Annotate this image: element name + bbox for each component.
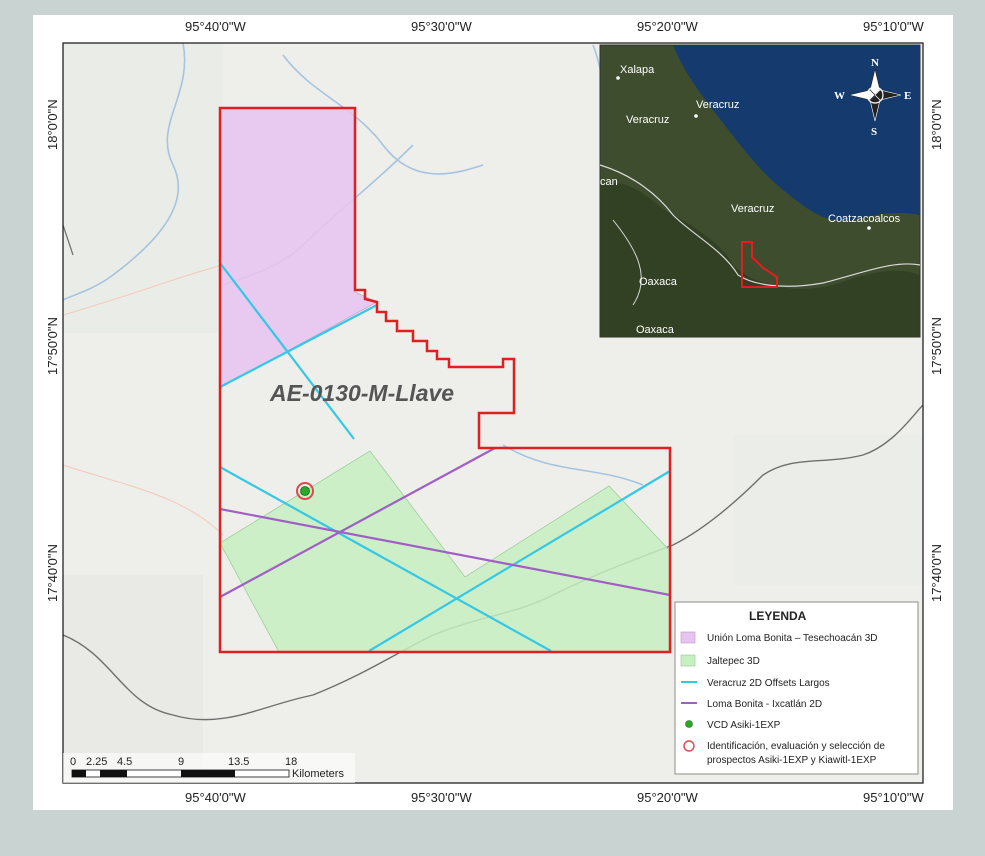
- scale-bar: 0 2.25 4.5 9 13.5 18 Kilometers: [63, 753, 355, 783]
- scale-tick-4: 13.5: [228, 756, 249, 768]
- inset-label-veracruz-port: Veracruz: [626, 114, 669, 126]
- lat-tick-right-1: 18°0'0"N: [929, 99, 944, 150]
- lon-ticks-bottom: 95°40'0"W 95°30'0"W 95°20'0"W 95°10'0"W: [185, 790, 924, 805]
- legend-label-vcd-asiki: VCD Asiki-1EXP: [707, 720, 781, 731]
- inset-label-xalapa: Xalapa: [620, 64, 655, 76]
- legend-label-prospects-2: prospectos Asiki-1EXP y Kiawitl-1EXP: [707, 755, 877, 766]
- lat-tick-left-2: 17°50'0"N: [45, 317, 60, 375]
- lon-tick-bottom-4: 95°10'0"W: [863, 790, 924, 805]
- lat-tick-right-3: 17°40'0"N: [929, 544, 944, 602]
- lat-tick-left-3: 17°40'0"N: [45, 544, 60, 602]
- inset-label-oaxaca-city: Oaxaca: [636, 324, 675, 336]
- lon-tick-top-3: 95°20'0"W: [637, 19, 698, 34]
- legend-swatch-jaltepec-3d: [680, 654, 696, 667]
- scale-tick-2: 4.5: [117, 756, 132, 768]
- inset-label-veracruz-city: Veracruz: [696, 99, 739, 111]
- inset-label-oaxaca-state: Oaxaca: [639, 276, 678, 288]
- compass-w: W: [834, 90, 845, 102]
- lon-tick-bottom-1: 95°40'0"W: [185, 790, 246, 805]
- legend: LEYENDA Unión Loma Bonita – Tesechoacán …: [674, 601, 919, 775]
- lon-tick-top-2: 95°30'0"W: [411, 19, 472, 34]
- lat-ticks-right: 18°0'0"N 17°50'0"N 17°40'0"N: [929, 99, 944, 602]
- scale-tick-0: 0: [70, 756, 76, 768]
- lat-tick-right-2: 17°50'0"N: [929, 317, 944, 375]
- inset-label-partial: can: [600, 176, 618, 188]
- scale-tick-1: 2.25: [86, 756, 107, 768]
- lat-tick-left-1: 18°0'0"N: [45, 99, 60, 150]
- lon-tick-top-4: 95°10'0"W: [863, 19, 924, 34]
- legend-label-union-3d: Unión Loma Bonita – Tesechoacán 3D: [707, 633, 877, 644]
- map-frame: AE-0130-M-Llave Xalapa Veracruz Veracruz…: [33, 15, 953, 810]
- scale-unit: Kilometers: [292, 768, 344, 780]
- legend-label-prospects-1: Identificación, evaluación y selección d…: [707, 741, 885, 752]
- lon-tick-top-1: 95°40'0"W: [185, 19, 246, 34]
- legend-label-offsets-2d: Veracruz 2D Offsets Largos: [707, 678, 830, 689]
- inset-map[interactable]: Xalapa Veracruz Veracruz Veracruz Coatza…: [599, 44, 921, 338]
- legend-label-jaltepec-3d: Jaltepec 3D: [707, 656, 760, 667]
- compass-s: S: [871, 126, 877, 138]
- lon-tick-bottom-2: 95°30'0"W: [411, 790, 472, 805]
- compass-e: E: [904, 90, 911, 102]
- inset-label-coatzacoalcos: Coatzacoalcos: [828, 213, 901, 225]
- legend-title: LEYENDA: [749, 609, 807, 623]
- scale-tick-5: 18: [285, 756, 297, 768]
- area-title: AE-0130-M-Llave: [269, 380, 454, 406]
- scale-tick-3: 9: [178, 756, 184, 768]
- legend-label-loma-2d: Loma Bonita - Ixcatlán 2D: [707, 699, 822, 710]
- lat-ticks-left: 18°0'0"N 17°50'0"N 17°40'0"N: [45, 99, 60, 602]
- legend-swatch-vcd-asiki: [685, 720, 693, 728]
- lon-ticks-top: 95°40'0"W 95°30'0"W 95°20'0"W 95°10'0"W: [185, 19, 924, 34]
- inset-label-veracruz-state: Veracruz: [731, 203, 774, 215]
- lon-tick-bottom-3: 95°20'0"W: [637, 790, 698, 805]
- legend-swatch-union-3d: [680, 631, 696, 644]
- compass-n: N: [871, 57, 879, 69]
- map-canvas[interactable]: AE-0130-M-Llave Xalapa Veracruz Veracruz…: [33, 15, 953, 810]
